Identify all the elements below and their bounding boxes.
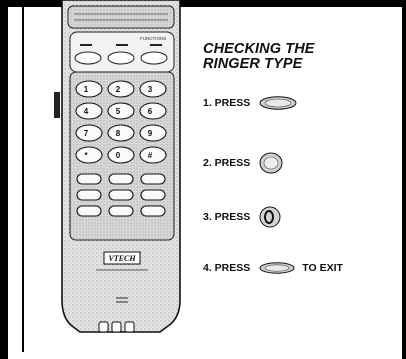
svg-text:8: 8 [116, 129, 121, 138]
svg-text:1: 1 [84, 85, 89, 94]
svg-text:9: 9 [148, 129, 153, 138]
svg-text:VTECH: VTECH [108, 254, 136, 263]
svg-text:2: 2 [116, 85, 121, 94]
prog-button-icon [259, 96, 297, 110]
step-2: 2. PRESS [203, 152, 283, 174]
svg-text:4: 4 [84, 107, 89, 116]
heading-line-1: CHECKING THE [203, 41, 315, 57]
tone-button-icon [259, 152, 283, 174]
svg-text:5: 5 [116, 107, 121, 116]
step-1: 1. PRESS [203, 96, 297, 110]
off-button-icon [259, 262, 295, 274]
handset-illustration: FUNCTIONS 123 456 789 * 0 # VTECH [54, 0, 181, 333]
step-2-text: 2. PRESS [203, 157, 251, 169]
step-3: 3. PRESS [203, 206, 281, 228]
svg-text:3: 3 [148, 85, 153, 94]
svg-text:#: # [148, 151, 153, 160]
step-4-suffix: TO EXIT [302, 262, 343, 274]
step-1-text: 1. PRESS [203, 97, 251, 109]
svg-text:6: 6 [148, 107, 153, 116]
zero-button-icon [259, 206, 281, 228]
left-border [0, 0, 8, 359]
svg-text:7: 7 [84, 129, 89, 138]
right-border [402, 0, 406, 359]
section-heading: CHECKING THE RINGER TYPE [203, 42, 315, 72]
step-4: 4. PRESS TO EXIT [203, 262, 343, 274]
manual-page: FUNCTIONS 123 456 789 * 0 # VTECH CHECKI… [0, 0, 406, 359]
margin-rule [22, 7, 24, 352]
step-4-text: 4. PRESS [203, 262, 251, 274]
step-3-text: 3. PRESS [203, 211, 251, 223]
heading-line-2: RINGER TYPE [203, 56, 303, 72]
svg-text:0: 0 [116, 151, 121, 160]
svg-text:FUNCTIONS: FUNCTIONS [140, 36, 166, 41]
